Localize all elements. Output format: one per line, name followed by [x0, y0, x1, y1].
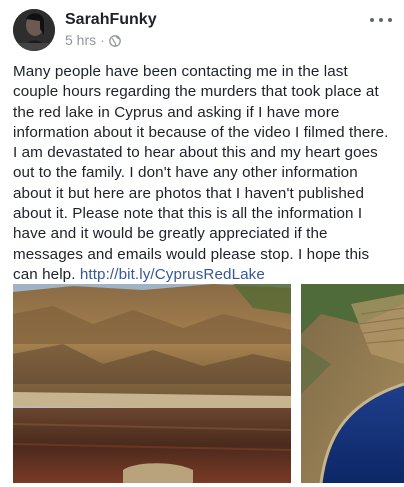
author-name[interactable]: SarahFunky: [65, 11, 157, 29]
meta-separator: ·: [100, 32, 105, 48]
post-time[interactable]: 5 hrs: [65, 32, 96, 48]
post-link[interactable]: http://bit.ly/CyprusRedLake: [80, 266, 265, 283]
blue-lake-photo[interactable]: [301, 284, 404, 483]
avatar[interactable]: [13, 9, 55, 51]
post-text: Many people have been contacting me in t…: [13, 62, 395, 285]
facebook-post: SarahFunky 5 hrs · Many people have been…: [0, 0, 404, 487]
post-body: Many people have been contacting me in t…: [13, 63, 389, 283]
post-meta: 5 hrs ·: [65, 32, 121, 48]
globe-icon[interactable]: [108, 34, 121, 47]
red-lake-photo[interactable]: [13, 284, 291, 483]
more-options-icon[interactable]: [370, 10, 392, 30]
